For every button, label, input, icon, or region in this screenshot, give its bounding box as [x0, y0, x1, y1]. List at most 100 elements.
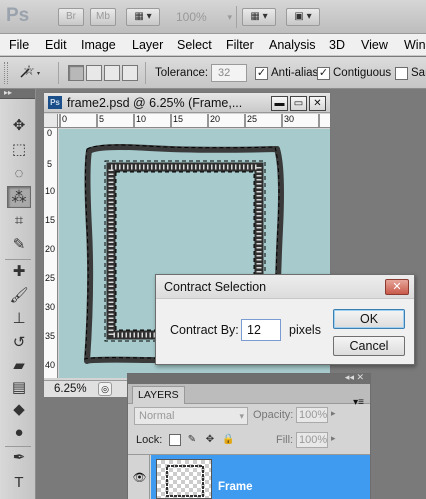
zoom-level-select[interactable]: 100% ▾ — [176, 9, 232, 26]
tool-preset-picker[interactable] — [14, 63, 44, 83]
bridge-button[interactable]: Br — [58, 8, 84, 26]
photoshop-logo: Ps — [6, 5, 30, 26]
marquee-tool-button[interactable]: ⬚ — [7, 139, 31, 161]
crop-tool-button[interactable]: ⌗ — [7, 210, 31, 232]
menu-3d[interactable]: 3D — [329, 38, 345, 52]
contract-by-input[interactable]: 12 — [241, 319, 281, 341]
contiguous-checkbox[interactable]: ✓ — [317, 67, 330, 80]
anti-alias-label: Anti-alias — [271, 67, 319, 79]
maximize-icon: ▭ — [293, 98, 304, 109]
lock-transparency-icon[interactable] — [169, 434, 181, 446]
intersect-selection-button[interactable] — [122, 65, 138, 81]
layer-visibility-eye-icon[interactable]: 👁 — [130, 455, 150, 499]
lasso-tool-button[interactable]: ◌ — [7, 163, 31, 185]
tab-layers[interactable]: LAYERS — [132, 386, 185, 404]
minimize-button[interactable]: ▬ — [271, 96, 288, 111]
sample-all-layers-label: Sam — [411, 67, 426, 79]
layer-row-frame[interactable]: 👁 Frame — [128, 454, 370, 499]
application-bar: Ps Br Mb ▦ ▾ 100% ▾ ▦ ▾ ▣ ▾ — [0, 0, 426, 34]
subtract-from-selection-button[interactable] — [104, 65, 120, 81]
dialog-title-bar[interactable]: Contract Selection — [156, 275, 414, 299]
chevron-down-icon: ▾ — [239, 411, 244, 421]
tolerance-input[interactable]: 32 — [211, 64, 247, 82]
screen-mode-button[interactable]: ▣ ▾ — [286, 8, 320, 26]
lock-paint-icon[interactable]: ✎ — [186, 434, 198, 446]
fill-label: Fill: — [276, 434, 294, 446]
contract-unit-label: pixels — [289, 323, 321, 337]
info-icon: ◎ — [101, 384, 109, 394]
menu-layer[interactable]: Layer — [132, 38, 163, 52]
lock-position-icon[interactable]: ✥ — [204, 434, 216, 446]
brush-icon: 🖌 — [9, 287, 29, 304]
status-info-button[interactable]: ◎ — [98, 382, 112, 396]
stamp-icon: ⊥ — [12, 310, 26, 327]
toolbox-header[interactable]: ▸▸ — [0, 88, 35, 99]
brush-tool-button[interactable]: 🖌 — [7, 285, 31, 307]
ruler-label: 0 — [62, 114, 68, 124]
eyedropper-tool-button[interactable]: ✎ — [7, 234, 31, 256]
dialog-close-button[interactable]: ✕ — [385, 279, 409, 295]
layers-panel: ◂◂ ✕ LAYERS ▾≡ Normal ▾ Opacity: 100% ▸ … — [127, 372, 371, 499]
ruler-label: 15 — [173, 114, 184, 124]
menu-select[interactable]: Select — [177, 38, 212, 52]
menu-analysis[interactable]: Analysis — [269, 38, 316, 52]
eraser-tool-button[interactable]: ▰ — [7, 355, 31, 377]
history-brush-tool-button[interactable]: ↺ — [7, 332, 31, 354]
options-bar-grip[interactable] — [4, 62, 8, 84]
ruler-label: 30 — [45, 302, 56, 312]
chevron-right-icon[interactable]: ▸ — [331, 408, 336, 419]
ok-button[interactable]: OK — [333, 309, 405, 329]
menu-bar: File Edit Image Layer Select Filter Anal… — [0, 34, 426, 56]
sample-all-layers-checkbox[interactable] — [395, 67, 408, 80]
mini-bridge-button[interactable]: Mb — [90, 8, 116, 26]
dialog-title: Contract Selection — [164, 280, 267, 294]
gradient-tool-button[interactable]: ▤ — [7, 377, 31, 399]
bucket-icon: ◆ — [13, 401, 25, 418]
view-extras-button[interactable]: ▦ ▾ — [126, 8, 160, 26]
menu-file[interactable]: File — [9, 38, 29, 52]
panel-header[interactable]: ◂◂ ✕ — [128, 372, 370, 384]
panel-menu-icon[interactable]: ▾≡ — [353, 397, 364, 408]
healing-brush-tool-button[interactable]: ✚ — [7, 261, 31, 283]
ruler-label: 25 — [247, 114, 258, 124]
pen-tool-button[interactable]: ✒ — [7, 447, 31, 469]
menu-filter[interactable]: Filter — [226, 38, 254, 52]
new-selection-button[interactable] — [68, 65, 84, 81]
dodge-icon: ● — [14, 424, 24, 441]
minimize-icon: ▬ — [274, 98, 285, 109]
blend-mode-select[interactable]: Normal ▾ — [134, 407, 248, 425]
fill-input[interactable]: 100% — [296, 432, 328, 448]
opacity-label: Opacity: — [253, 409, 294, 421]
menu-window[interactable]: Win — [404, 38, 426, 52]
document-zoom-value[interactable]: 6.25% — [54, 383, 87, 395]
close-document-button[interactable]: ✕ — [309, 96, 326, 111]
document-title-bar[interactable]: Ps frame2.psd @ 6.25% (Frame,... ▬ ▭ ✕ — [44, 93, 330, 113]
horizontal-ruler[interactable]: 0 5 10 15 20 25 30 — [58, 114, 330, 128]
tolerance-label: Tolerance: — [155, 67, 209, 79]
cancel-button[interactable]: Cancel — [333, 336, 405, 356]
magic-wand-tool-button[interactable]: ⁂ — [7, 186, 31, 208]
crop-icon: ⌗ — [14, 212, 24, 229]
ruler-label: 5 — [99, 114, 105, 124]
chevron-right-icon[interactable]: ▸ — [331, 433, 336, 444]
maximize-button[interactable]: ▭ — [290, 96, 307, 111]
opacity-input[interactable]: 100% — [296, 407, 328, 423]
gradient-icon: ▤ — [11, 379, 27, 396]
menu-view[interactable]: View — [361, 38, 388, 52]
ruler-origin[interactable] — [44, 114, 58, 128]
anti-alias-checkbox[interactable]: ✓ — [255, 67, 268, 80]
move-tool-button[interactable]: ✥ — [7, 115, 31, 137]
type-tool-button[interactable]: T — [7, 472, 31, 494]
menu-image[interactable]: Image — [81, 38, 116, 52]
ruler-label: 10 — [45, 186, 56, 196]
paint-bucket-tool-button[interactable]: ◆ — [7, 399, 31, 421]
dodge-tool-button[interactable]: ● — [7, 422, 31, 444]
collapse-icon: ◂◂ ✕ — [344, 372, 364, 382]
clone-stamp-tool-button[interactable]: ⊥ — [7, 308, 31, 330]
arrange-documents-button[interactable]: ▦ ▾ — [242, 8, 276, 26]
menu-edit[interactable]: Edit — [45, 38, 67, 52]
add-to-selection-button[interactable] — [86, 65, 102, 81]
lock-all-icon[interactable]: 🔒 — [222, 434, 234, 446]
lasso-icon: ◌ — [14, 165, 24, 182]
vertical-ruler[interactable]: 0 5 10 15 20 25 30 35 40 — [44, 128, 58, 378]
